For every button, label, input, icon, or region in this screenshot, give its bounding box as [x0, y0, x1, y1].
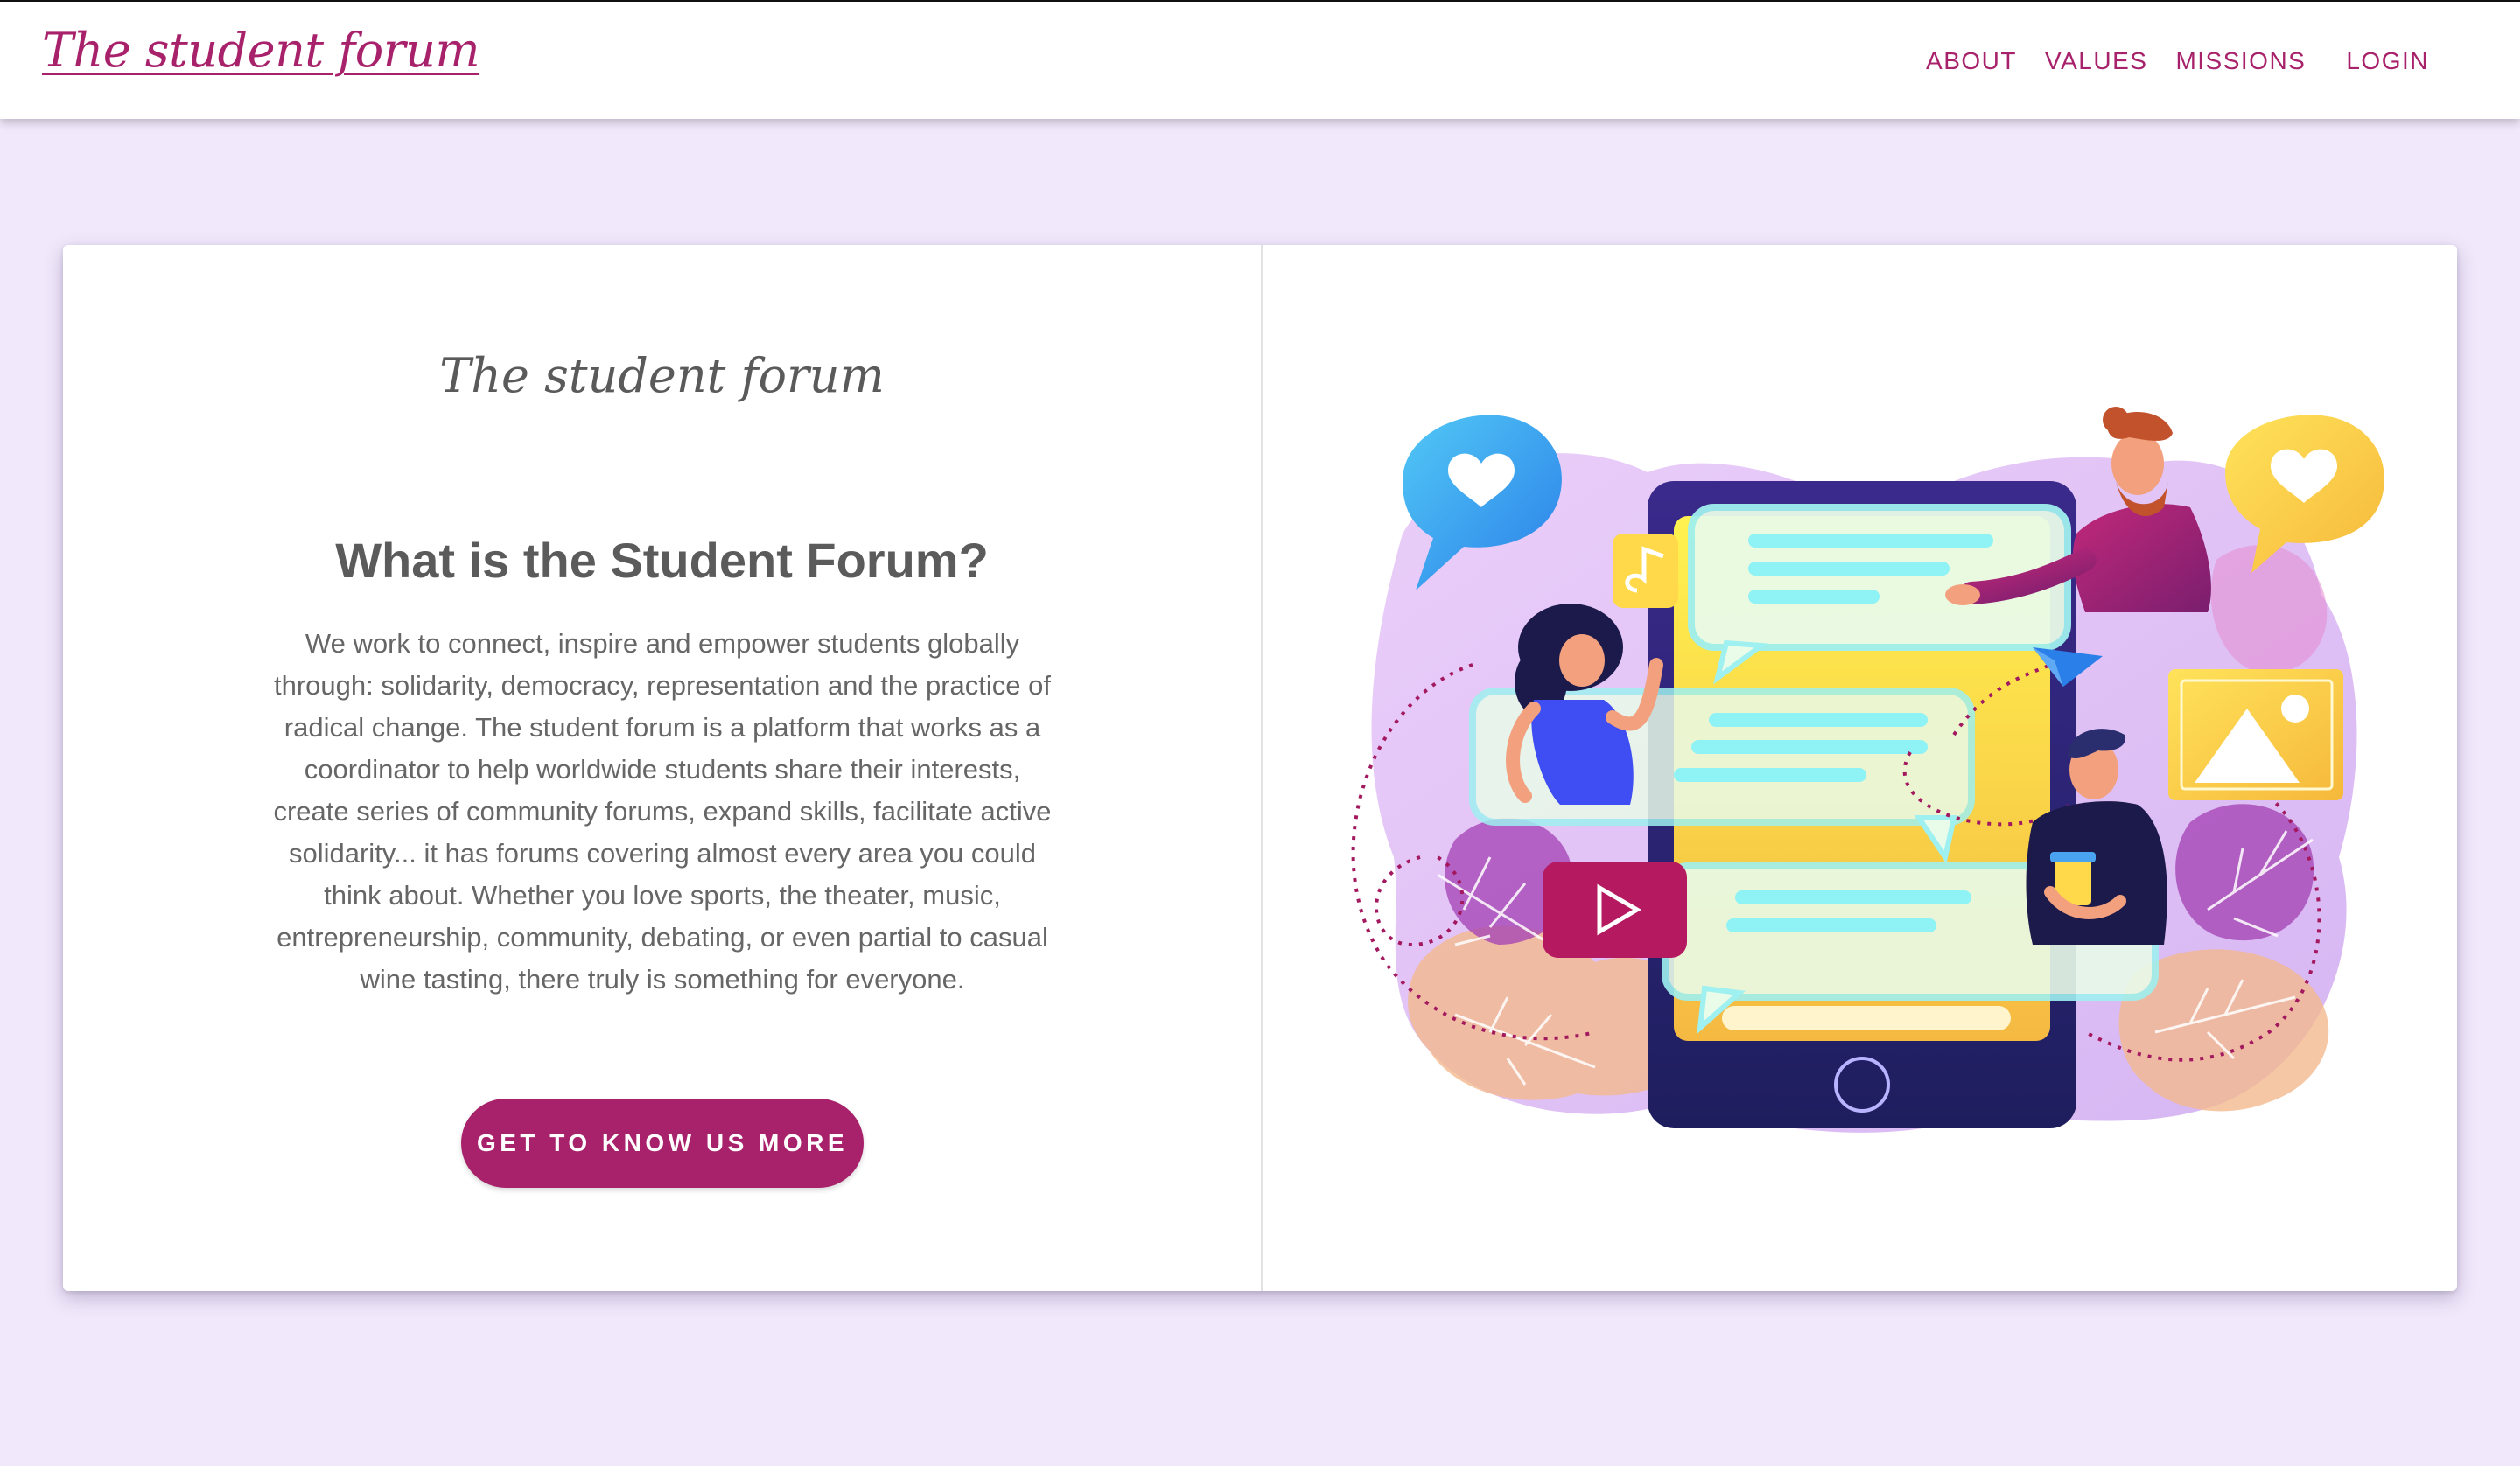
social-media-illustration	[1351, 407, 2384, 1133]
nav-link-login[interactable]: LOGIN	[2332, 47, 2443, 75]
hero-logo-text: The student forum	[439, 348, 885, 403]
get-to-know-us-button[interactable]: GET TO KNOW US MORE	[461, 1099, 864, 1188]
nav-link-values[interactable]: VALUES	[2031, 47, 2161, 75]
play-button-icon	[1543, 862, 1687, 958]
hero-text-panel: The student forum What is the Student Fo…	[63, 245, 1261, 1291]
image-icon	[2168, 669, 2343, 800]
hero-card: The student forum What is the Student Fo…	[63, 245, 2457, 1291]
nav-link-about[interactable]: ABOUT	[1912, 47, 2031, 75]
main-nav: ABOUT VALUES MISSIONS LOGIN	[1912, 2, 2443, 121]
nav-link-missions[interactable]: MISSIONS	[2161, 47, 2320, 75]
music-note-icon	[1613, 534, 1678, 608]
hero-description: We work to connect, inspire and empower …	[273, 628, 1052, 995]
hero-illustration-panel	[1263, 245, 2457, 1291]
brand-logo-link[interactable]: The student forum	[42, 23, 480, 78]
hero-heading: What is the Student Forum?	[335, 533, 989, 588]
top-navbar: The student forum ABOUT VALUES MISSIONS …	[0, 0, 2520, 119]
